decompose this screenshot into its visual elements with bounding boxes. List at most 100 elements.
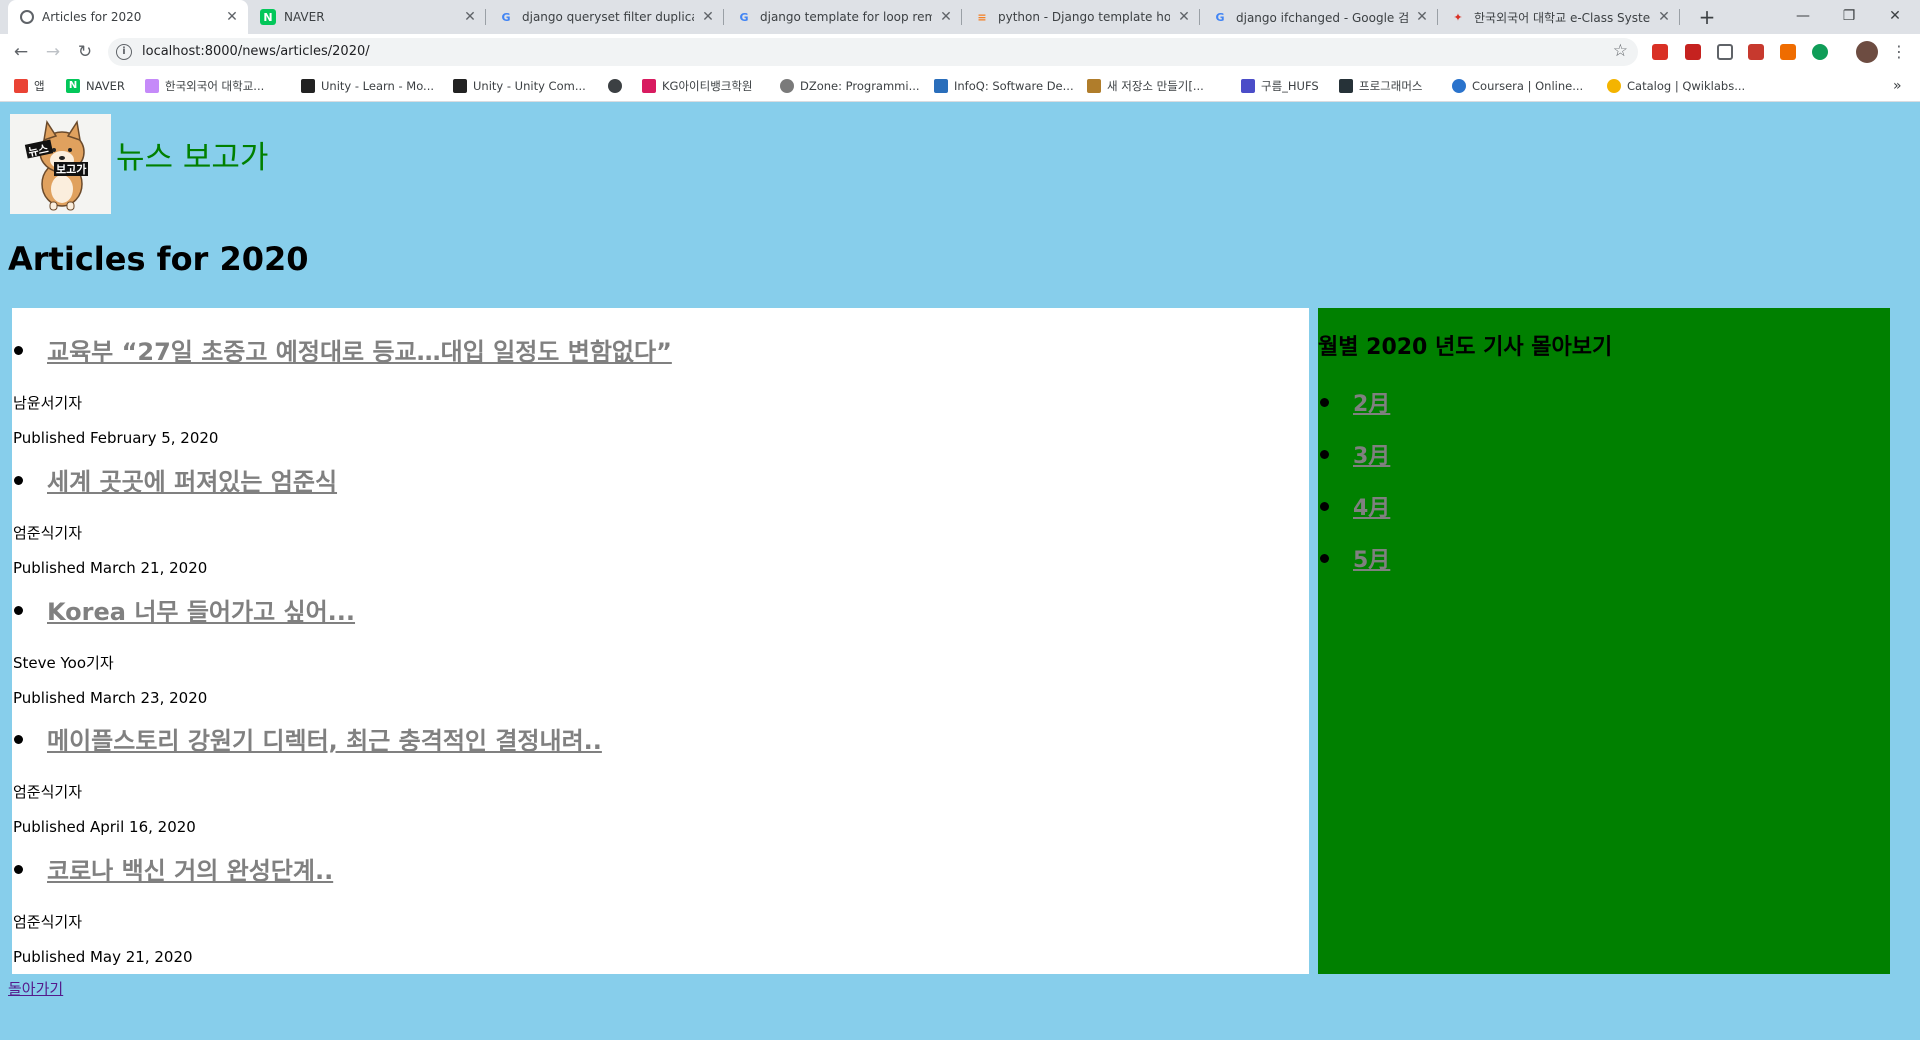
article-reporter: 엄준식기자 (13, 524, 83, 542)
menu-dots-icon[interactable]: ⋮ (1891, 42, 1907, 61)
tab-hufs-eclass[interactable]: ✦ 한국외국어 대학교 e-Class Syste ✕ (1438, 0, 1680, 34)
extension-icon[interactable] (1780, 44, 1796, 60)
close-icon[interactable]: ✕ (700, 9, 716, 25)
article-title-link[interactable]: 세계 곳곳에 퍼져있는 엄준식 (47, 462, 337, 497)
globe-icon (608, 79, 622, 93)
bullet (14, 476, 23, 485)
close-icon[interactable]: ✕ (1176, 9, 1192, 25)
bookmark-label: Unity - Learn - Mo... (321, 79, 435, 93)
reload-icon[interactable]: ↻ (73, 40, 97, 64)
bullet (1320, 554, 1329, 563)
minimize-icon[interactable]: — (1780, 0, 1826, 34)
close-icon[interactable]: ✕ (462, 9, 478, 25)
month-link-apr[interactable]: 4月 (1353, 490, 1390, 522)
bookmark-kg[interactable]: KG아이티뱅크학원 (642, 78, 753, 94)
article-title-link[interactable]: 교육부 “27일 초중고 예정대로 등교…대입 일정도 변함없다” (47, 332, 672, 367)
url-text[interactable]: localhost:8000/news/articles/2020/ (142, 44, 370, 59)
close-icon[interactable]: ✕ (224, 9, 240, 25)
restore-icon[interactable]: ❐ (1826, 0, 1872, 34)
bookmark-dzone[interactable]: DZone: Programmi... (780, 78, 920, 94)
month-link-mar[interactable]: 3月 (1353, 438, 1390, 470)
tab-naver[interactable]: N NAVER ✕ (248, 0, 486, 34)
tab-title: Articles for 2020 (42, 10, 142, 24)
google-icon: G (1215, 10, 1225, 24)
globe-icon (20, 10, 34, 24)
extension-icon[interactable] (1717, 44, 1733, 60)
stackoverflow-icon: ≡ (977, 10, 987, 24)
tab-stackoverflow[interactable]: ≡ python - Django template how ✕ (962, 0, 1200, 34)
article-item: 세계 곳곳에 퍼져있는 엄준식 엄준식기자 Published March 21… (12, 452, 1302, 577)
svg-text:보고가: 보고가 (56, 162, 86, 176)
tab-django-queryset[interactable]: G django queryset filter duplicate ✕ (486, 0, 724, 34)
close-icon[interactable]: ✕ (1656, 9, 1672, 25)
site-title[interactable]: 뉴스 보고가 (116, 132, 268, 177)
bookmark-new-repo[interactable]: 새 저장소 만들기[... (1087, 78, 1204, 94)
month-link-may[interactable]: 5月 (1353, 542, 1390, 574)
bookmark-infoq[interactable]: InfoQ: Software De... (934, 78, 1074, 94)
tab-title: django template for loop remov (760, 10, 932, 24)
bookmark-programmers[interactable]: 프로그래머스 (1339, 78, 1422, 94)
tab-django-template[interactable]: G django template for loop remov ✕ (724, 0, 962, 34)
bookmark-apps[interactable]: 앱 (14, 78, 45, 94)
repo-icon (1087, 79, 1101, 93)
article-published-date: Published April 16, 2020 (13, 818, 196, 836)
bookmark-hufs[interactable]: 한국외국어 대학교... (145, 78, 264, 94)
close-icon[interactable]: ✕ (938, 9, 954, 25)
bullet (14, 865, 23, 874)
bookmark-coursera[interactable]: Coursera | Online... (1452, 78, 1583, 94)
page-title: Articles for 2020 (8, 240, 309, 278)
programmers-icon (1339, 79, 1353, 93)
bookmark-naver[interactable]: N NAVER (66, 78, 125, 94)
extension-icon[interactable] (1748, 44, 1764, 60)
site-logo[interactable]: 뉴스 보고가 (10, 114, 111, 214)
month-list-item: 2月 (1318, 384, 1618, 417)
extension-icon[interactable] (1652, 44, 1668, 60)
article-published-date: Published March 23, 2020 (13, 689, 208, 707)
article-published-date: Published May 21, 2020 (13, 948, 193, 966)
article-title-link[interactable]: 메이플스토리 강원기 디렉터, 최근 충격적인 결정내려.. (47, 721, 602, 756)
back-link[interactable]: 돌아가기 (8, 978, 63, 999)
article-item: Korea 너무 들어가고 싶어... Steve Yoo기자 Publishe… (12, 582, 1302, 707)
bookmark-unity-learn[interactable]: Unity - Learn - Mo... (301, 78, 434, 94)
bullet (1320, 502, 1329, 511)
bookmarks-bar: 앱 N NAVER 한국외국어 대학교... Unity - Learn - Mo… (0, 70, 1920, 102)
article-title-link[interactable]: Korea 너무 들어가고 싶어... (47, 592, 355, 627)
close-window-icon[interactable]: ✕ (1872, 0, 1918, 34)
avatar[interactable] (1856, 41, 1878, 63)
tab-django-ifchanged[interactable]: G django ifchanged - Google 검색 ✕ (1200, 0, 1438, 34)
extension-icon[interactable] (1685, 44, 1701, 60)
tab-articles[interactable]: Articles for 2020 ✕ (8, 0, 248, 34)
article-title-link[interactable]: 코로나 백신 거의 완성단계.. (47, 851, 333, 886)
tab-strip: Articles for 2020 ✕ N NAVER ✕ G django q… (0, 0, 1920, 34)
bookmark-star-icon[interactable]: ☆ (1613, 41, 1628, 61)
forward-icon[interactable]: → (41, 40, 65, 64)
info-icon[interactable]: i (116, 44, 132, 60)
bookmark-label: 프로그래머스 (1359, 79, 1423, 93)
bookmark-globe[interactable] (608, 78, 628, 94)
extension-icon[interactable] (1812, 44, 1828, 60)
dzone-icon (780, 79, 794, 93)
infoq-icon (934, 79, 948, 93)
bookmark-label: 구름_HUFS (1261, 79, 1319, 93)
more-bookmarks-icon[interactable]: » (1893, 78, 1902, 94)
article-reporter: Steve Yoo기자 (13, 654, 114, 672)
address-bar[interactable]: i localhost:8000/news/articles/2020/ ☆ (108, 38, 1638, 66)
bookmark-qwiklabs[interactable]: Catalog | Qwiklabs... (1607, 78, 1745, 94)
month-list-item: 4月 (1318, 488, 1618, 521)
bookmark-label: KG아이티뱅크학원 (662, 79, 753, 93)
article-reporter: 남윤서기자 (13, 394, 83, 412)
tab-title: django ifchanged - Google 검색 (1236, 10, 1408, 25)
month-link-feb[interactable]: 2月 (1353, 386, 1390, 418)
close-icon[interactable]: ✕ (1414, 9, 1430, 25)
article-item: 코로나 백신 거의 완성단계.. 엄준식기자 Published May 21,… (12, 841, 1302, 966)
bookmark-label: Coursera | Online... (1472, 79, 1584, 93)
bookmark-goorm[interactable]: 구름_HUFS (1241, 78, 1319, 94)
back-icon[interactable]: ← (9, 40, 33, 64)
sidebar-heading: 월별 2020 년도 기사 몰아보기 (1318, 335, 1613, 360)
bookmark-unity-community[interactable]: Unity - Unity Com... (453, 78, 586, 94)
bullet (14, 735, 23, 744)
bookmark-label: NAVER (86, 79, 125, 93)
browser-chrome: Articles for 2020 ✕ N NAVER ✕ G django q… (0, 0, 1920, 102)
article-published-date: Published February 5, 2020 (13, 429, 219, 447)
new-tab-button[interactable]: + (1693, 4, 1721, 32)
